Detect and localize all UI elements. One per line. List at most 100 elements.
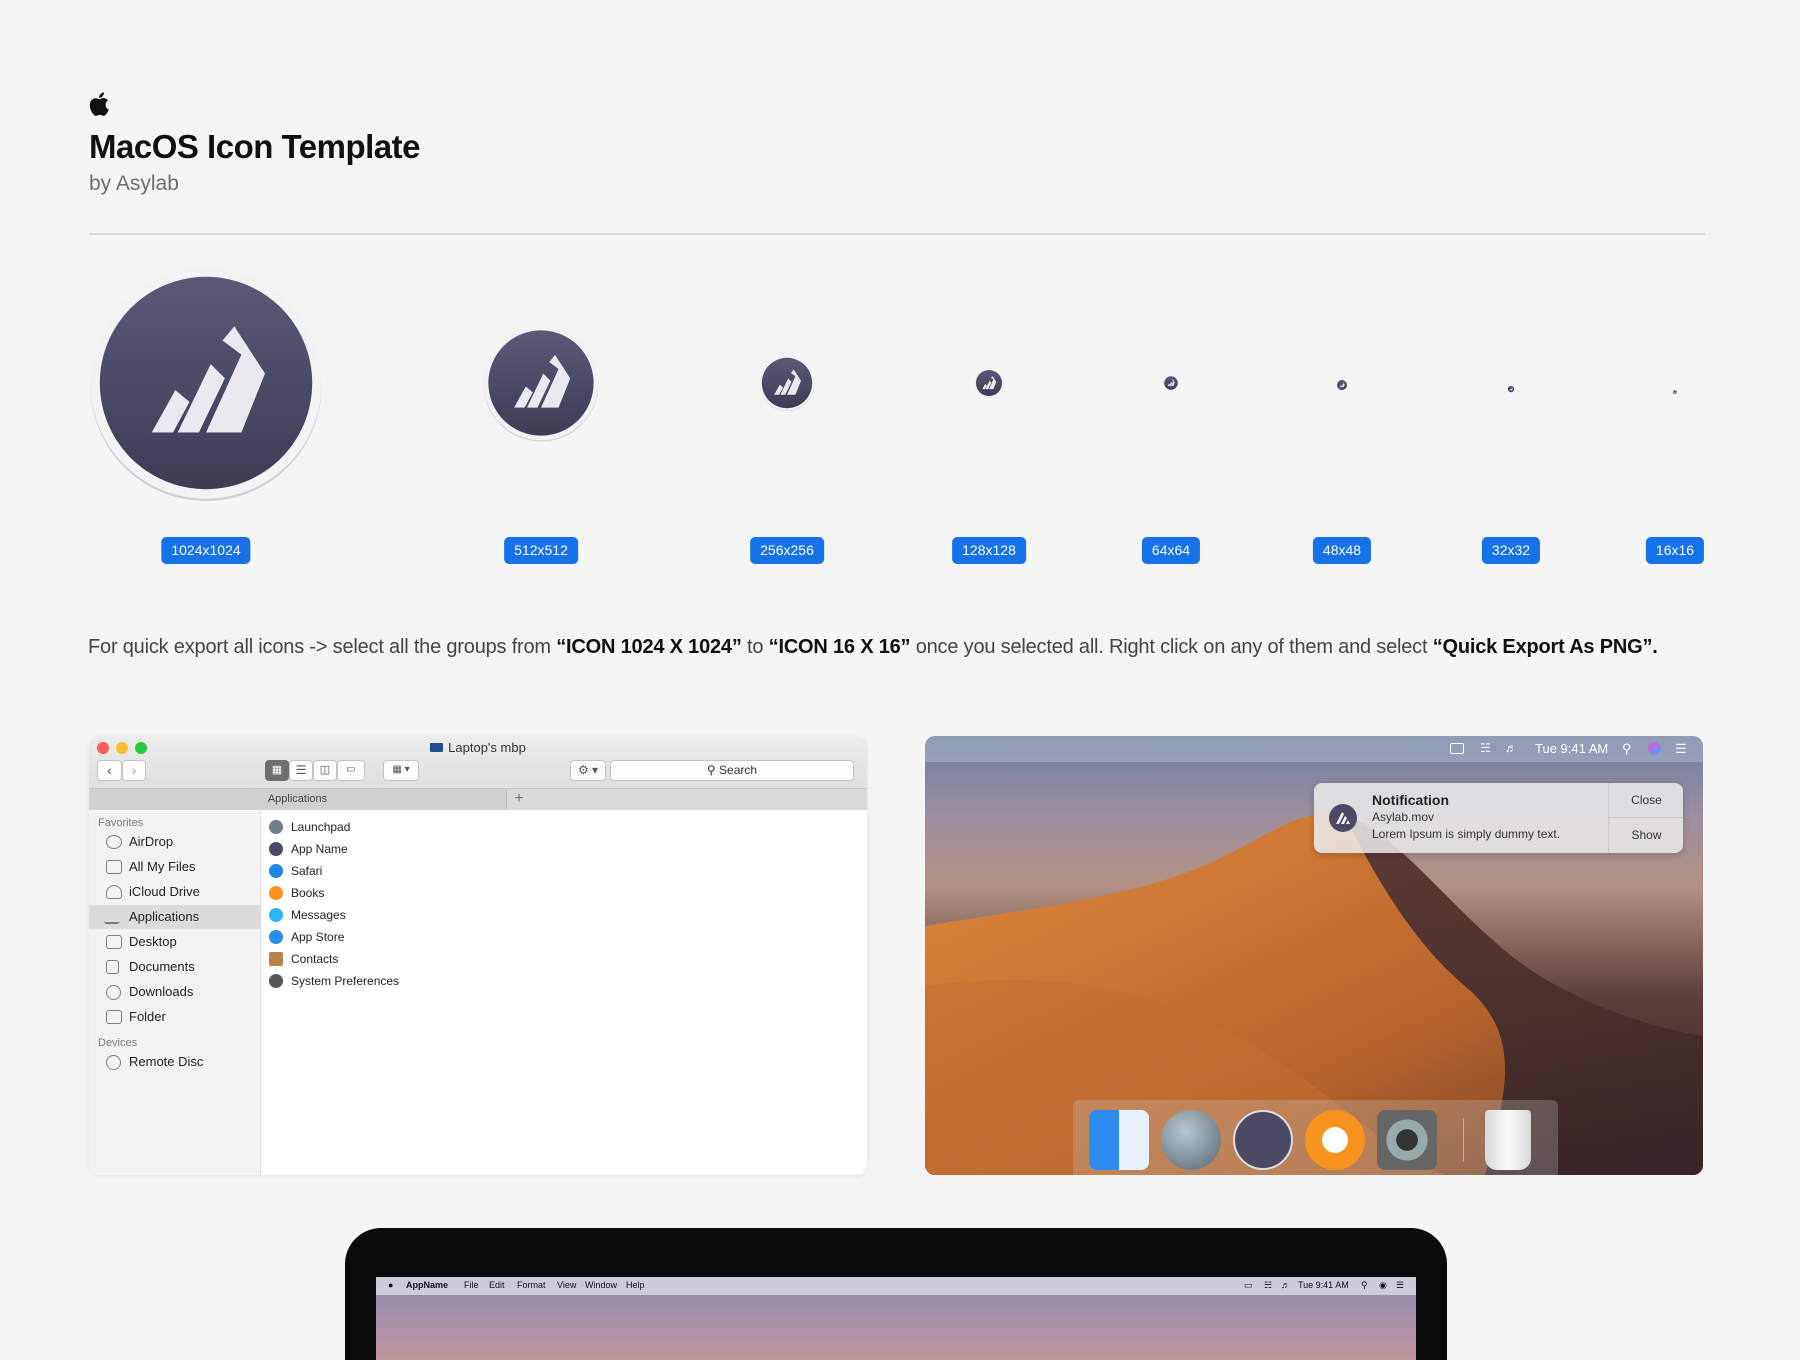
sidebar-item-desktop[interactable]: Desktop xyxy=(89,930,261,954)
dock xyxy=(1073,1100,1558,1175)
icon-view-button[interactable]: ▦ xyxy=(265,760,289,781)
menu-window[interactable]: Window xyxy=(585,1280,617,1290)
size-badge-48[interactable]: 48x48 xyxy=(1312,537,1372,564)
menu-bar-clock[interactable]: Tue 9:41 AM xyxy=(1535,741,1608,756)
desktop-preview: ☵ ♬ Tue 9:41 AM ⚲ ☰ Notification Asylab.… xyxy=(925,736,1703,1175)
sidebar-item-folder[interactable]: Folder xyxy=(89,1005,261,1029)
instructions-text: to xyxy=(741,636,769,658)
system-preferences-icon[interactable] xyxy=(1377,1110,1437,1170)
app-row-safari[interactable]: Safari xyxy=(269,860,322,882)
finder-sidebar: Favorites AirDrop All My Files iCloud Dr… xyxy=(89,811,261,1175)
app-row-launchpad[interactable]: Launchpad xyxy=(269,816,350,838)
size-badge-64[interactable]: 64x64 xyxy=(1141,537,1201,564)
instructions-highlight: “Quick Export As PNG”. xyxy=(1432,636,1658,658)
sidebar-item-airdrop[interactable]: AirDrop xyxy=(89,830,261,854)
notification-show-button[interactable]: Show xyxy=(1609,818,1683,853)
volume-icon[interactable]: ♬ xyxy=(1281,1280,1290,1290)
sidebar-item-all-my-files[interactable]: All My Files xyxy=(89,855,261,879)
app-row-app-name[interactable]: App Name xyxy=(269,838,348,860)
finder-icon[interactable] xyxy=(1089,1110,1149,1170)
wifi-icon[interactable]: ☵ xyxy=(1480,741,1491,755)
gallery-view-button[interactable]: ▭ xyxy=(337,760,365,781)
add-tab-button[interactable]: + xyxy=(509,789,529,810)
sidebar-item-icloud-drive[interactable]: iCloud Drive xyxy=(89,880,261,904)
siri-icon[interactable] xyxy=(1648,742,1661,755)
siri-icon[interactable]: ◉ xyxy=(1379,1280,1387,1291)
app-row-system-preferences[interactable]: System Preferences xyxy=(269,970,399,992)
all-files-icon xyxy=(106,860,122,874)
contacts-icon xyxy=(269,952,283,966)
notification-banner[interactable]: Notification Asylab.mov Lorem Ipsum is s… xyxy=(1314,783,1683,853)
sidebar-item-applications[interactable]: Applications xyxy=(89,905,261,929)
app-row-app-store[interactable]: App Store xyxy=(269,926,344,948)
menu-format[interactable]: Format xyxy=(517,1280,546,1290)
app-icon xyxy=(1507,385,1515,393)
sidebar-item-label: Folder xyxy=(129,1009,166,1024)
books-icon[interactable] xyxy=(1305,1110,1365,1170)
size-badge-128[interactable]: 128x128 xyxy=(952,537,1026,564)
divider xyxy=(89,233,1705,235)
instructions-text: For quick export all icons -> select all… xyxy=(88,636,557,658)
menu-help[interactable]: Help xyxy=(626,1280,645,1290)
column-view-button[interactable]: ◫ xyxy=(313,760,337,781)
app-icon[interactable] xyxy=(1233,1110,1293,1170)
app-row-label: Safari xyxy=(291,864,323,878)
app-icon xyxy=(269,842,283,856)
search-placeholder: Search xyxy=(719,763,758,777)
spotlight-search-icon[interactable]: ⚲ xyxy=(1622,741,1632,757)
app-row-messages[interactable]: Messages xyxy=(269,904,346,926)
menu-view[interactable]: View xyxy=(557,1280,576,1290)
back-button[interactable]: ‹ xyxy=(97,760,122,781)
sidebar-item-remote-disc[interactable]: Remote Disc xyxy=(89,1050,261,1074)
menu-bar-clock[interactable]: Tue 9:41 AM xyxy=(1298,1280,1349,1290)
instructions-text: once you selected all. Right click on an… xyxy=(910,636,1433,658)
notification-center-icon[interactable]: ☰ xyxy=(1675,741,1687,757)
page-subtitle: by Asylab xyxy=(89,172,179,195)
action-gear-button[interactable]: ⚙ ▾ xyxy=(570,760,606,781)
wifi-icon[interactable]: ☵ xyxy=(1264,1280,1272,1291)
app-row-contacts[interactable]: Contacts xyxy=(269,948,338,970)
forward-button[interactable]: › xyxy=(122,760,146,781)
app-row-label: Contacts xyxy=(291,952,339,966)
menu-bar: ☵ ♬ Tue 9:41 AM ⚲ ☰ xyxy=(925,736,1703,762)
laptop-icon xyxy=(430,743,444,752)
sidebar-item-documents[interactable]: Documents xyxy=(89,955,261,979)
list-view-button[interactable]: ☰ xyxy=(289,760,313,781)
sidebar-header-devices: Devices xyxy=(98,1037,138,1049)
icon-preview-48 xyxy=(1336,378,1348,391)
airplay-icon[interactable]: ▭ xyxy=(1244,1280,1253,1291)
size-badge-256[interactable]: 256x256 xyxy=(750,537,824,564)
sidebar-header-favorites: Favorites xyxy=(98,817,144,829)
instructions-highlight: “ICON 16 X 16” xyxy=(768,636,911,658)
notification-body: Lorem Ipsum is simply dummy text. xyxy=(1372,827,1561,841)
airplay-icon[interactable] xyxy=(1450,743,1464,754)
sidebar-item-downloads[interactable]: Downloads xyxy=(89,980,261,1004)
size-badge-512[interactable]: 512x512 xyxy=(504,537,578,564)
laptop-menu-bar: ● AppName File Edit Format View Window H… xyxy=(376,1277,1416,1295)
launchpad-icon xyxy=(269,820,283,834)
launchpad-icon[interactable] xyxy=(1161,1110,1221,1170)
apple-logo-icon xyxy=(89,92,109,116)
notification-center-icon[interactable]: ☰ xyxy=(1396,1280,1404,1291)
notification-close-button[interactable]: Close xyxy=(1609,783,1683,818)
size-badge-1024[interactable]: 1024x1024 xyxy=(161,537,251,564)
trash-icon[interactable] xyxy=(1485,1110,1531,1170)
search-field[interactable]: ⚲ Search xyxy=(610,760,854,781)
app-icon xyxy=(1673,390,1677,394)
size-badge-32[interactable]: 32x32 xyxy=(1481,537,1541,564)
group-by-button[interactable]: ▦ ▾ xyxy=(383,760,419,781)
apple-menu-icon[interactable]: ● xyxy=(388,1280,393,1290)
app-row-label: Messages xyxy=(291,908,346,922)
spotlight-search-icon[interactable]: ⚲ xyxy=(1361,1280,1368,1291)
tab-applications[interactable]: Applications xyxy=(89,789,507,810)
menu-file[interactable]: File xyxy=(464,1280,479,1290)
size-badge-16[interactable]: 16x16 xyxy=(1645,537,1705,564)
menu-app-name[interactable]: AppName xyxy=(406,1280,448,1290)
icon-preview-128 xyxy=(974,368,1004,398)
system-preferences-icon xyxy=(269,974,283,988)
menu-edit[interactable]: Edit xyxy=(489,1280,505,1290)
app-row-label: App Name xyxy=(291,842,348,856)
volume-icon[interactable]: ♬ xyxy=(1505,741,1517,755)
app-row-books[interactable]: Books xyxy=(269,882,324,904)
disc-icon xyxy=(106,1055,121,1070)
